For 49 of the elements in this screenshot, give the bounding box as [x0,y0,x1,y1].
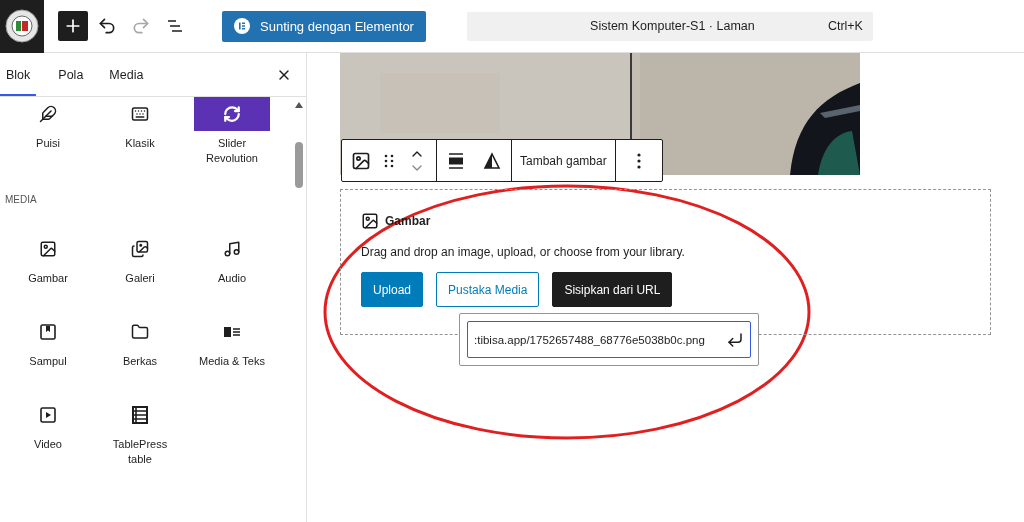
block-item[interactable]: Klasik [94,97,186,180]
add-button[interactable] [58,11,88,41]
sidebar-tab[interactable]: Pola [54,53,88,96]
block-item[interactable]: Galeri [94,232,186,315]
image-icon [361,212,379,230]
media-library-button[interactable]: Pustaka Media [436,272,540,307]
folder-icon [131,323,149,341]
section-heading: MEDIA [4,193,38,207]
align-icon [447,151,465,170]
block-item[interactable]: TablePress table [94,398,186,481]
logo-icon[interactable] [5,9,39,43]
keyboard-icon [131,105,149,123]
url-field[interactable]: :tibisa.app/1752657488_68776e5038b0c.png [467,321,751,358]
block-item[interactable]: Berkas [94,315,186,398]
block-item[interactable]: Video [2,398,94,481]
music-note-icon [223,240,241,258]
block-item[interactable]: Sampul [2,315,94,398]
upload-button[interactable]: Upload [361,272,424,307]
image-icon [351,150,371,171]
block-item[interactable]: Audio [186,232,278,315]
cover-icon [39,323,57,341]
add-image-button[interactable]: Tambah gambar [520,145,607,176]
feather-icon [39,105,57,123]
instructions-text: Drag and drop an image, upload, or choose from your library. [361,245,686,259]
gallery-icon [131,240,149,258]
shortcut-hint: Ctrl+K [827,19,863,33]
image-icon [39,240,57,258]
half-triangle-icon [483,151,501,170]
more-icon [636,152,641,169]
block-item[interactable]: Gambar [2,232,94,315]
enter-icon[interactable] [726,330,744,349]
elementor-icon [234,18,250,34]
scrollbar-thumb[interactable] [295,142,303,188]
block-item[interactable]: Puisi [2,97,94,180]
undo-icon [97,16,117,36]
elementor-button[interactable]: Sunting dengan Elementor [222,10,426,42]
block-item[interactable]: Slider Revolution [186,97,278,180]
block-item[interactable]: Media & Teks [186,315,278,398]
refresh-icon [223,105,241,123]
scroll-up-icon[interactable] [295,102,303,108]
drag-icon [384,153,394,168]
sidebar-tab[interactable]: Media [105,53,148,96]
command-bar[interactable]: Sistem Komputer-S1 · Laman Ctrl+K [466,11,873,41]
video-icon [39,406,57,424]
insert-url-button[interactable]: Sisipkan dari URL [552,272,673,307]
sidebar-tab[interactable]: Blok [0,53,37,96]
page-title: Sistem Komputer-S1 · Laman [589,19,756,33]
table-icon [131,406,149,424]
redo-icon [131,16,151,36]
